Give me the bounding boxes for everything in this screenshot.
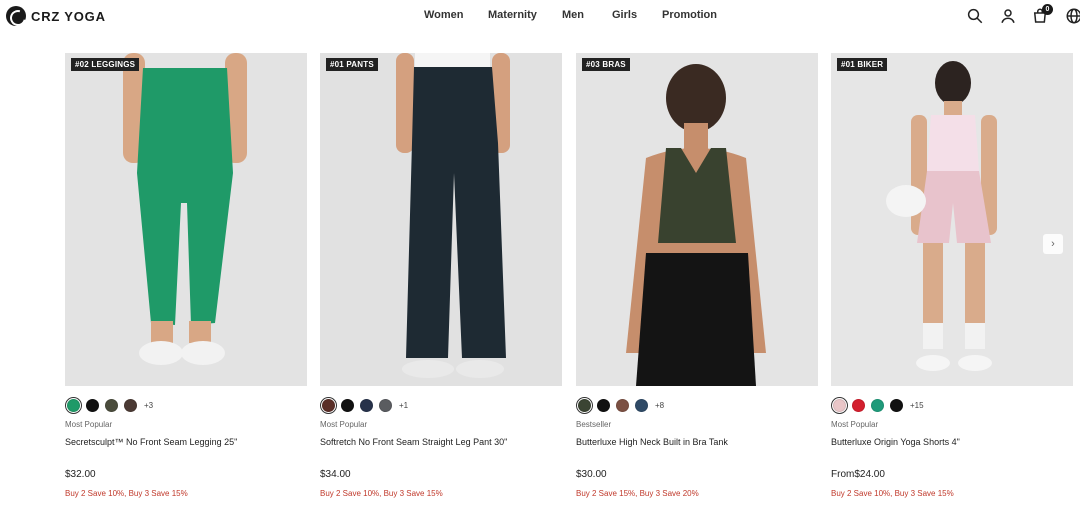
- product-rank-tag: #03 BRAS: [582, 58, 630, 71]
- cart-count-badge: 0: [1042, 4, 1053, 15]
- product-badge-text: Most Popular: [831, 420, 879, 429]
- more-colors-count[interactable]: +1: [399, 401, 408, 410]
- globe-icon[interactable]: [1064, 6, 1080, 26]
- chevron-right-icon[interactable]: ›: [1043, 234, 1063, 254]
- product-rank-tag: #01 PANTS: [326, 58, 378, 71]
- more-colors-count[interactable]: +8: [655, 401, 664, 410]
- product-name[interactable]: Secretsculpt™ No Front Seam Legging 25": [65, 437, 307, 447]
- product-card[interactable]: #01 BIKER +15 Most Popular Butterluxe Or…: [831, 53, 1073, 498]
- nav-item-maternity[interactable]: Maternity: [488, 9, 537, 21]
- product-promo: Buy 2 Save 15%, Buy 3 Save 20%: [576, 489, 699, 498]
- product-badge-text: Most Popular: [320, 420, 368, 429]
- color-swatches: +3: [67, 398, 307, 412]
- product-name[interactable]: Butterluxe High Neck Built in Bra Tank: [576, 437, 818, 447]
- product-card[interactable]: #03 BRAS +8 Bestseller Butterluxe High N…: [576, 53, 818, 498]
- product-image[interactable]: #03 BRAS: [576, 53, 818, 386]
- nav-item-men[interactable]: Men: [562, 9, 584, 21]
- product-promo: Buy 2 Save 10%, Buy 3 Save 15%: [320, 489, 443, 498]
- color-swatches: +1: [322, 398, 562, 412]
- product-price: $30.00: [576, 469, 607, 480]
- color-swatches: +15: [833, 398, 1073, 412]
- color-swatch[interactable]: [322, 398, 335, 412]
- nav-item-girls[interactable]: Girls: [612, 9, 637, 21]
- more-colors-count[interactable]: +3: [144, 401, 153, 410]
- site-header: CRZ YOGA Women Maternity Men Girls Promo…: [0, 0, 1080, 32]
- color-swatch[interactable]: [578, 398, 591, 412]
- product-card[interactable]: #02 LEGGINGS +3 Most Popular Secretsculp…: [65, 53, 307, 498]
- color-swatch[interactable]: [833, 398, 846, 412]
- product-rank-tag: #01 BIKER: [837, 58, 888, 71]
- more-colors-count[interactable]: +15: [910, 401, 924, 410]
- color-swatch[interactable]: [852, 398, 865, 412]
- product-card[interactable]: #01 PANTS +1 Most Popular Softretch No F…: [320, 53, 562, 498]
- color-swatch[interactable]: [341, 398, 354, 412]
- product-promo: Buy 2 Save 10%, Buy 3 Save 15%: [831, 489, 954, 498]
- nav-item-promotion[interactable]: Promotion: [662, 9, 717, 21]
- color-swatch[interactable]: [597, 398, 610, 412]
- brand-logo[interactable]: CRZ YOGA: [6, 6, 106, 26]
- user-icon[interactable]: [998, 6, 1018, 26]
- color-swatch[interactable]: [105, 398, 118, 412]
- logo-icon: [6, 6, 26, 26]
- product-badge-text: Bestseller: [576, 420, 612, 429]
- product-image[interactable]: #01 BIKER: [831, 53, 1073, 386]
- nav-item-women[interactable]: Women: [424, 9, 464, 21]
- product-price: $32.00: [65, 469, 96, 480]
- color-swatch[interactable]: [871, 398, 884, 412]
- product-image[interactable]: #01 PANTS: [320, 53, 562, 386]
- color-swatch[interactable]: [124, 398, 137, 412]
- color-swatch[interactable]: [67, 398, 80, 412]
- product-price: $34.00: [320, 469, 351, 480]
- color-swatch[interactable]: [890, 398, 903, 412]
- color-swatches: +8: [578, 398, 818, 412]
- color-swatch[interactable]: [616, 398, 629, 412]
- cart-icon[interactable]: 0: [1030, 4, 1053, 26]
- product-rank-tag: #02 LEGGINGS: [71, 58, 140, 71]
- logo-text: CRZ YOGA: [31, 8, 106, 24]
- product-name[interactable]: Softretch No Front Seam Straight Leg Pan…: [320, 437, 562, 447]
- search-icon[interactable]: [965, 6, 985, 26]
- product-name[interactable]: Butterluxe Origin Yoga Shorts 4": [831, 437, 1073, 447]
- product-price: From$24.00: [831, 469, 885, 480]
- product-badge-text: Most Popular: [65, 420, 113, 429]
- color-swatch[interactable]: [379, 398, 392, 412]
- color-swatch[interactable]: [635, 398, 648, 412]
- product-image[interactable]: #02 LEGGINGS: [65, 53, 307, 386]
- color-swatch[interactable]: [86, 398, 99, 412]
- product-promo: Buy 2 Save 10%, Buy 3 Save 15%: [65, 489, 188, 498]
- color-swatch[interactable]: [360, 398, 373, 412]
